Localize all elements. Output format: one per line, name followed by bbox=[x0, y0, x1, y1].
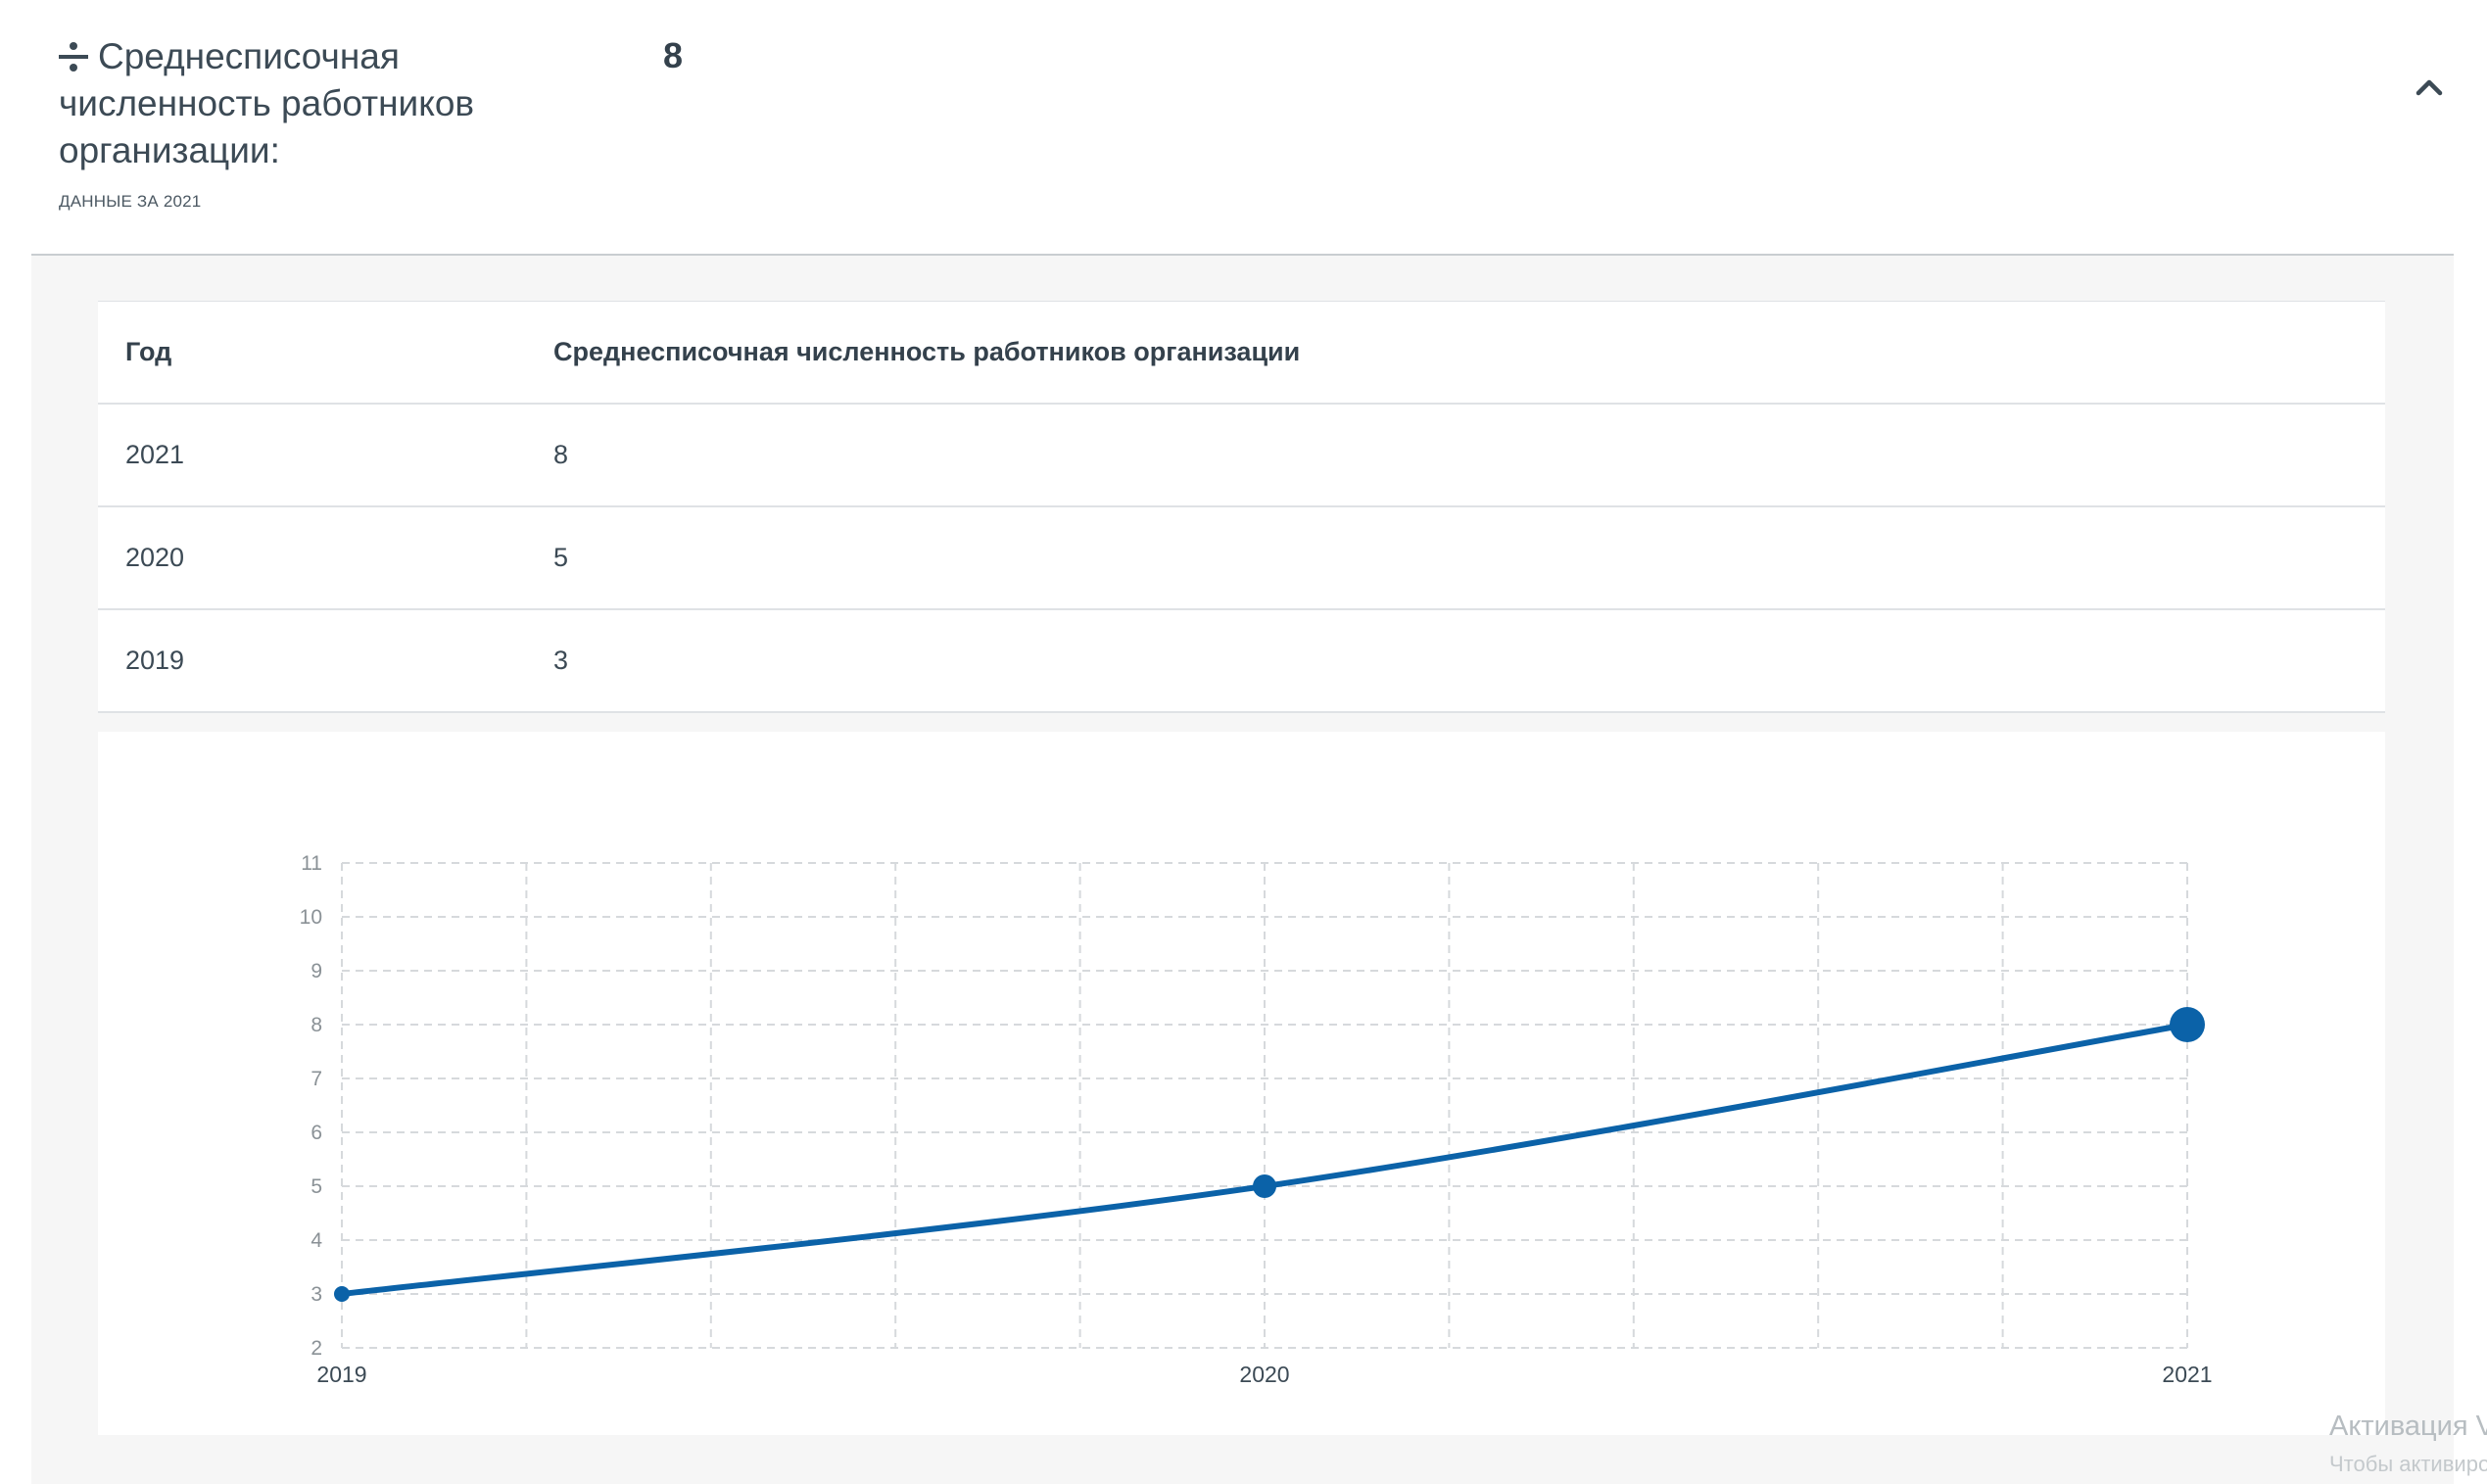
data-point bbox=[2170, 1007, 2205, 1042]
card-header: Среднесписочная численность работников о… bbox=[0, 0, 2487, 256]
y-tick-label: 7 bbox=[311, 1068, 322, 1090]
data-table: Год Среднесписочная численность работник… bbox=[98, 301, 2385, 713]
table-row: 2019 3 bbox=[98, 610, 2385, 713]
table-row: 2021 8 bbox=[98, 405, 2385, 507]
cell-year: 2019 bbox=[125, 646, 185, 675]
x-tick-label: 2021 bbox=[2162, 1362, 2212, 1387]
y-tick-label: 10 bbox=[300, 906, 322, 929]
y-tick-label: 5 bbox=[311, 1175, 322, 1198]
column-header-headcount: Среднесписочная численность работников о… bbox=[553, 337, 1301, 366]
cell-year: 2021 bbox=[125, 440, 185, 469]
data-point bbox=[1253, 1174, 1276, 1198]
y-tick-label: 3 bbox=[311, 1283, 322, 1306]
divide-icon bbox=[59, 41, 88, 77]
y-tick-label: 8 bbox=[311, 1014, 322, 1036]
activation-watermark-hint: Чтобы активиро bbox=[2329, 1452, 2487, 1476]
chevron-up-icon bbox=[2415, 79, 2443, 96]
y-tick-label: 6 bbox=[311, 1122, 322, 1144]
cell-value: 3 bbox=[553, 646, 569, 675]
indicator-title: Среднесписочная численность работников о… bbox=[59, 36, 475, 170]
y-tick-label: 9 bbox=[311, 960, 322, 982]
activation-watermark: Активация V bbox=[2329, 1411, 2487, 1442]
x-tick-label: 2019 bbox=[316, 1362, 366, 1387]
data-point bbox=[334, 1286, 350, 1302]
title-block: Среднесписочная численность работников о… bbox=[59, 33, 568, 212]
cell-value: 8 bbox=[553, 440, 569, 469]
chart-container: 2 3 4 5 6 7 8 9 10 11 2019 2020 2021 bbox=[98, 732, 2385, 1435]
collapse-toggle-button[interactable] bbox=[2405, 63, 2454, 112]
cell-value: 5 bbox=[553, 543, 569, 572]
x-tick-label: 2020 bbox=[1239, 1362, 1289, 1387]
y-tick-label: 2 bbox=[311, 1337, 322, 1360]
cell-year: 2020 bbox=[125, 543, 185, 572]
line-chart: 2 3 4 5 6 7 8 9 10 11 2019 2020 2021 bbox=[300, 852, 2213, 1387]
data-period-label: ДАННЫЕ ЗА 2021 bbox=[59, 192, 202, 211]
table-header-row: Год Среднесписочная численность работник… bbox=[98, 302, 2385, 405]
indicator-value: 8 bbox=[663, 35, 684, 75]
y-tick-label: 11 bbox=[301, 852, 322, 875]
y-tick-label: 4 bbox=[311, 1229, 322, 1252]
column-header-year: Год bbox=[125, 337, 172, 366]
table-row: 2020 5 bbox=[98, 507, 2385, 610]
